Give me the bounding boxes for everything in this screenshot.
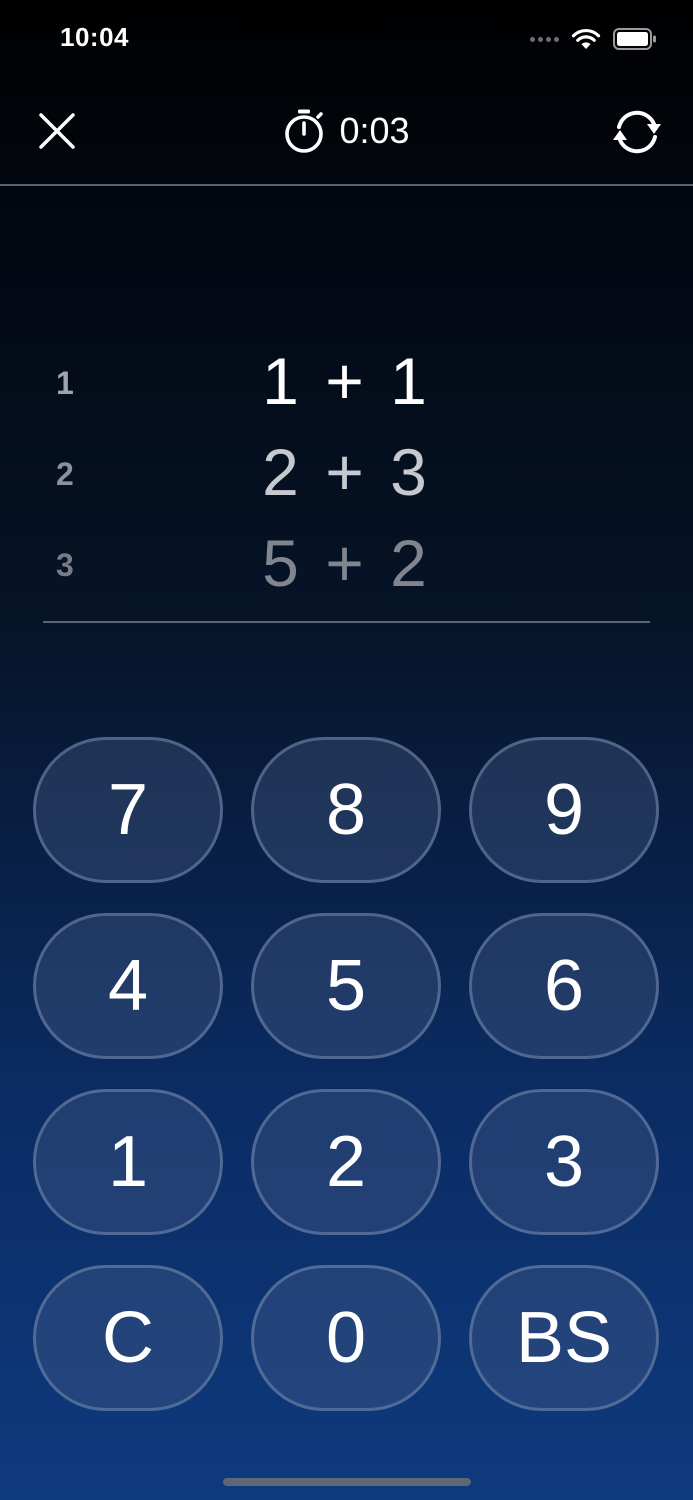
status-indicators <box>530 24 657 54</box>
backspace-key[interactable]: BS <box>469 1265 659 1411</box>
key-1[interactable]: 1 <box>33 1089 223 1235</box>
problem-expression: 5 + 2 <box>262 526 431 600</box>
restart-button[interactable] <box>609 104 665 160</box>
top-nav: 0:03 <box>0 80 693 184</box>
status-bar: 10:04 <box>0 0 693 80</box>
nav-divider <box>0 184 693 186</box>
battery-icon <box>613 28 656 50</box>
key-5[interactable]: 5 <box>251 913 441 1059</box>
key-3[interactable]: 3 <box>469 1089 659 1235</box>
stopwatch-icon <box>285 109 324 153</box>
wifi-icon <box>571 28 601 49</box>
problem-expression: 2 + 3 <box>262 435 431 509</box>
problem-list: 1 1 + 1 2 2 + 3 3 5 + 2 <box>0 335 693 608</box>
key-6[interactable]: 6 <box>469 913 659 1059</box>
clear-key[interactable]: C <box>33 1265 223 1411</box>
problem-row: 3 5 + 2 <box>0 517 693 608</box>
problem-row: 2 2 + 3 <box>0 426 693 517</box>
problem-row: 1 1 + 1 <box>0 335 693 426</box>
timer-value: 0:03 <box>339 110 410 151</box>
refresh-icon <box>613 110 661 154</box>
number-keypad: 7 8 9 4 5 6 1 2 3 C 0 BS <box>33 737 660 1411</box>
status-time: 10:04 <box>60 22 129 52</box>
key-8[interactable]: 8 <box>251 737 441 883</box>
cellular-signal-icon <box>530 36 559 42</box>
key-9[interactable]: 9 <box>469 737 659 883</box>
timer: 0:03 <box>0 106 693 156</box>
key-4[interactable]: 4 <box>33 913 223 1059</box>
problem-expression: 1 + 1 <box>262 344 431 418</box>
key-2[interactable]: 2 <box>251 1089 441 1235</box>
key-0[interactable]: 0 <box>251 1265 441 1411</box>
answer-divider <box>43 621 650 623</box>
key-7[interactable]: 7 <box>33 737 223 883</box>
home-indicator[interactable] <box>223 1478 471 1486</box>
